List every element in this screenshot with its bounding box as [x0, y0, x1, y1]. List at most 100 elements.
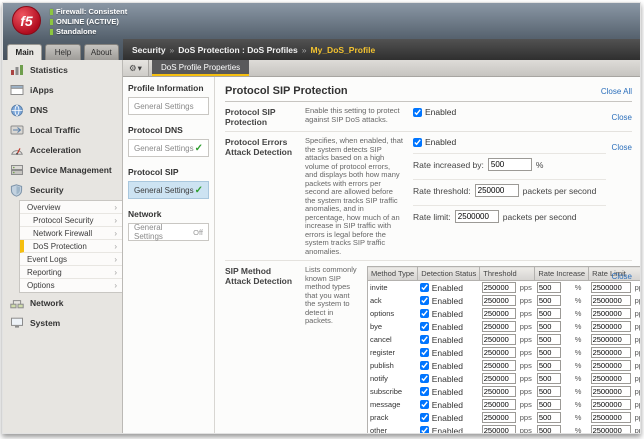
sidebar-item-security[interactable]: Security — [3, 180, 122, 200]
sidebar-item-label: System — [30, 318, 60, 328]
unit-label: pps — [518, 372, 535, 385]
sip-method-row-subscribe: subscribeEnabledpps%pps — [368, 385, 642, 398]
enabled-field: Enabled — [413, 137, 606, 149]
sidebar-item-network-firewall[interactable]: Network Firewall› — [20, 227, 122, 240]
options-rate-increase-input[interactable] — [537, 308, 561, 319]
sip-method-row-options: optionsEnabledpps%pps — [368, 307, 642, 320]
subscribe-enabled-checkbox[interactable] — [420, 387, 429, 396]
rate-threshold-input[interactable] — [475, 184, 519, 197]
publish-enabled-checkbox[interactable] — [420, 361, 429, 370]
field-rate-limit: Rate limit:packets per second — [413, 205, 606, 227]
ack-threshold-input[interactable] — [482, 295, 516, 306]
close-all-link[interactable]: Close All — [601, 87, 632, 96]
invite-threshold-input[interactable] — [482, 282, 516, 293]
row-sip-method-attack-detection: SIP Method Attack Detection Lists common… — [225, 261, 632, 434]
panel-section-title: Profile Information — [128, 83, 209, 93]
other-enabled-checkbox[interactable] — [420, 426, 429, 434]
sidebar-item-system[interactable]: System — [3, 313, 122, 333]
options-threshold-input[interactable] — [482, 308, 516, 319]
message-rate-increase-input[interactable] — [537, 399, 561, 410]
other-threshold-input[interactable] — [482, 425, 516, 434]
bye-threshold-input[interactable] — [482, 321, 516, 332]
sidebar-item-reporting[interactable]: Reporting› — [20, 266, 122, 279]
ack-rate-increase-input[interactable] — [537, 295, 561, 306]
enabled-label: Enabled — [425, 107, 456, 117]
enabled-field: Enabled — [420, 426, 478, 435]
options-gear-button[interactable]: ⚙ ▾ — [123, 60, 149, 76]
sidebar-item-dos-protection[interactable]: DoS Protection› — [20, 240, 122, 253]
iapps-icon — [9, 84, 24, 97]
sip-protection-enabled-checkbox[interactable] — [413, 108, 422, 117]
message-threshold-input[interactable] — [482, 399, 516, 410]
status-indicator-icon — [50, 19, 53, 25]
prack-threshold-input[interactable] — [482, 412, 516, 423]
sidebar-item-local-traffic[interactable]: Local Traffic — [3, 120, 122, 140]
tab-main[interactable]: Main — [7, 44, 42, 60]
security-icon — [9, 184, 24, 197]
cancel-threshold-input[interactable] — [482, 334, 516, 345]
register-threshold-input[interactable] — [482, 347, 516, 358]
sidebar-item-event-logs[interactable]: Event Logs› — [20, 253, 122, 266]
col-threshold: Threshold — [480, 267, 535, 281]
options-enabled-checkbox[interactable] — [420, 309, 429, 318]
sidebar-item-dns[interactable]: DNS — [3, 100, 122, 120]
message-enabled-checkbox[interactable] — [420, 400, 429, 409]
profile-sections-panel: Profile InformationGeneral SettingsProto… — [123, 77, 215, 433]
cancel-rate-increase-input[interactable] — [537, 334, 561, 345]
close-link[interactable]: Close — [612, 143, 632, 152]
protocol-errors-enabled-checkbox[interactable] — [413, 138, 422, 147]
panel-item-protocol-sip-general-settings[interactable]: General Settings✓ — [128, 181, 209, 199]
rate-increased-by-input[interactable] — [488, 158, 532, 171]
close-link[interactable]: Close — [612, 113, 632, 122]
panel-item-network-general-settings[interactable]: General SettingsOff — [128, 223, 209, 241]
subscribe-threshold-input[interactable] — [482, 386, 516, 397]
register-enabled-checkbox[interactable] — [420, 348, 429, 357]
prack-enabled-checkbox[interactable] — [420, 413, 429, 422]
submenu-item-label: Protocol Security — [33, 216, 93, 225]
notify-threshold-input[interactable] — [482, 373, 516, 384]
enabled-label: Enabled — [432, 387, 463, 397]
unit-label: pps — [633, 307, 641, 320]
enabled-label: Enabled — [432, 361, 463, 371]
sidebar-item-device-management[interactable]: Device Management — [3, 160, 122, 180]
enabled-field: Enabled — [413, 107, 606, 117]
panel-item-profile-information-general-settings[interactable]: General Settings — [128, 97, 209, 115]
ack-enabled-checkbox[interactable] — [420, 296, 429, 305]
notify-enabled-checkbox[interactable] — [420, 374, 429, 383]
sidebar-item-statistics[interactable]: Statistics — [3, 60, 122, 80]
enabled-label: Enabled — [432, 335, 463, 345]
breadcrumb-part[interactable]: Security — [132, 45, 166, 55]
tab-about[interactable]: About — [84, 44, 119, 60]
prack-rate-increase-input[interactable] — [537, 412, 561, 423]
subscribe-rate-increase-input[interactable] — [537, 386, 561, 397]
bye-rate-increase-input[interactable] — [537, 321, 561, 332]
invite-rate-increase-input[interactable] — [537, 282, 561, 293]
chevron-right-icon: › — [114, 229, 117, 238]
enabled-field: Enabled — [420, 322, 478, 332]
sidebar-item-options[interactable]: Options› — [20, 279, 122, 292]
register-rate-increase-input[interactable] — [537, 347, 561, 358]
notify-rate-increase-input[interactable] — [537, 373, 561, 384]
method-name: register — [368, 346, 418, 359]
publish-rate-increase-input[interactable] — [537, 360, 561, 371]
breadcrumb-part[interactable]: DoS Protection : DoS Profiles — [178, 45, 298, 55]
invite-enabled-checkbox[interactable] — [420, 283, 429, 292]
sidebar-item-acceleration[interactable]: Acceleration — [3, 140, 122, 160]
publish-threshold-input[interactable] — [482, 360, 516, 371]
tab-help[interactable]: Help — [45, 44, 80, 60]
panel-item-protocol-dns-general-settings[interactable]: General Settings✓ — [128, 139, 209, 157]
cancel-enabled-checkbox[interactable] — [420, 335, 429, 344]
sidebar-item-overview[interactable]: Overview› — [20, 201, 122, 214]
network-icon — [9, 297, 24, 310]
rate-limit-input[interactable] — [455, 210, 499, 223]
bye-enabled-checkbox[interactable] — [420, 322, 429, 331]
other-rate-increase-input[interactable] — [537, 425, 561, 434]
sidebar-item-network[interactable]: Network — [3, 293, 122, 313]
row-protocol-sip-protection: Protocol SIP Protection Enable this sett… — [225, 102, 632, 132]
tab-dos-profile-properties[interactable]: DoS Profile Properties — [152, 60, 249, 76]
close-link[interactable]: Close — [612, 272, 632, 281]
sidebar-item-protocol-security[interactable]: Protocol Security› — [20, 214, 122, 227]
sidebar-item-iapps[interactable]: iApps — [3, 80, 122, 100]
page-title: Protocol SIP Protection — [225, 85, 348, 97]
field-rate-increased-by: Rate increased by:% — [413, 153, 606, 175]
